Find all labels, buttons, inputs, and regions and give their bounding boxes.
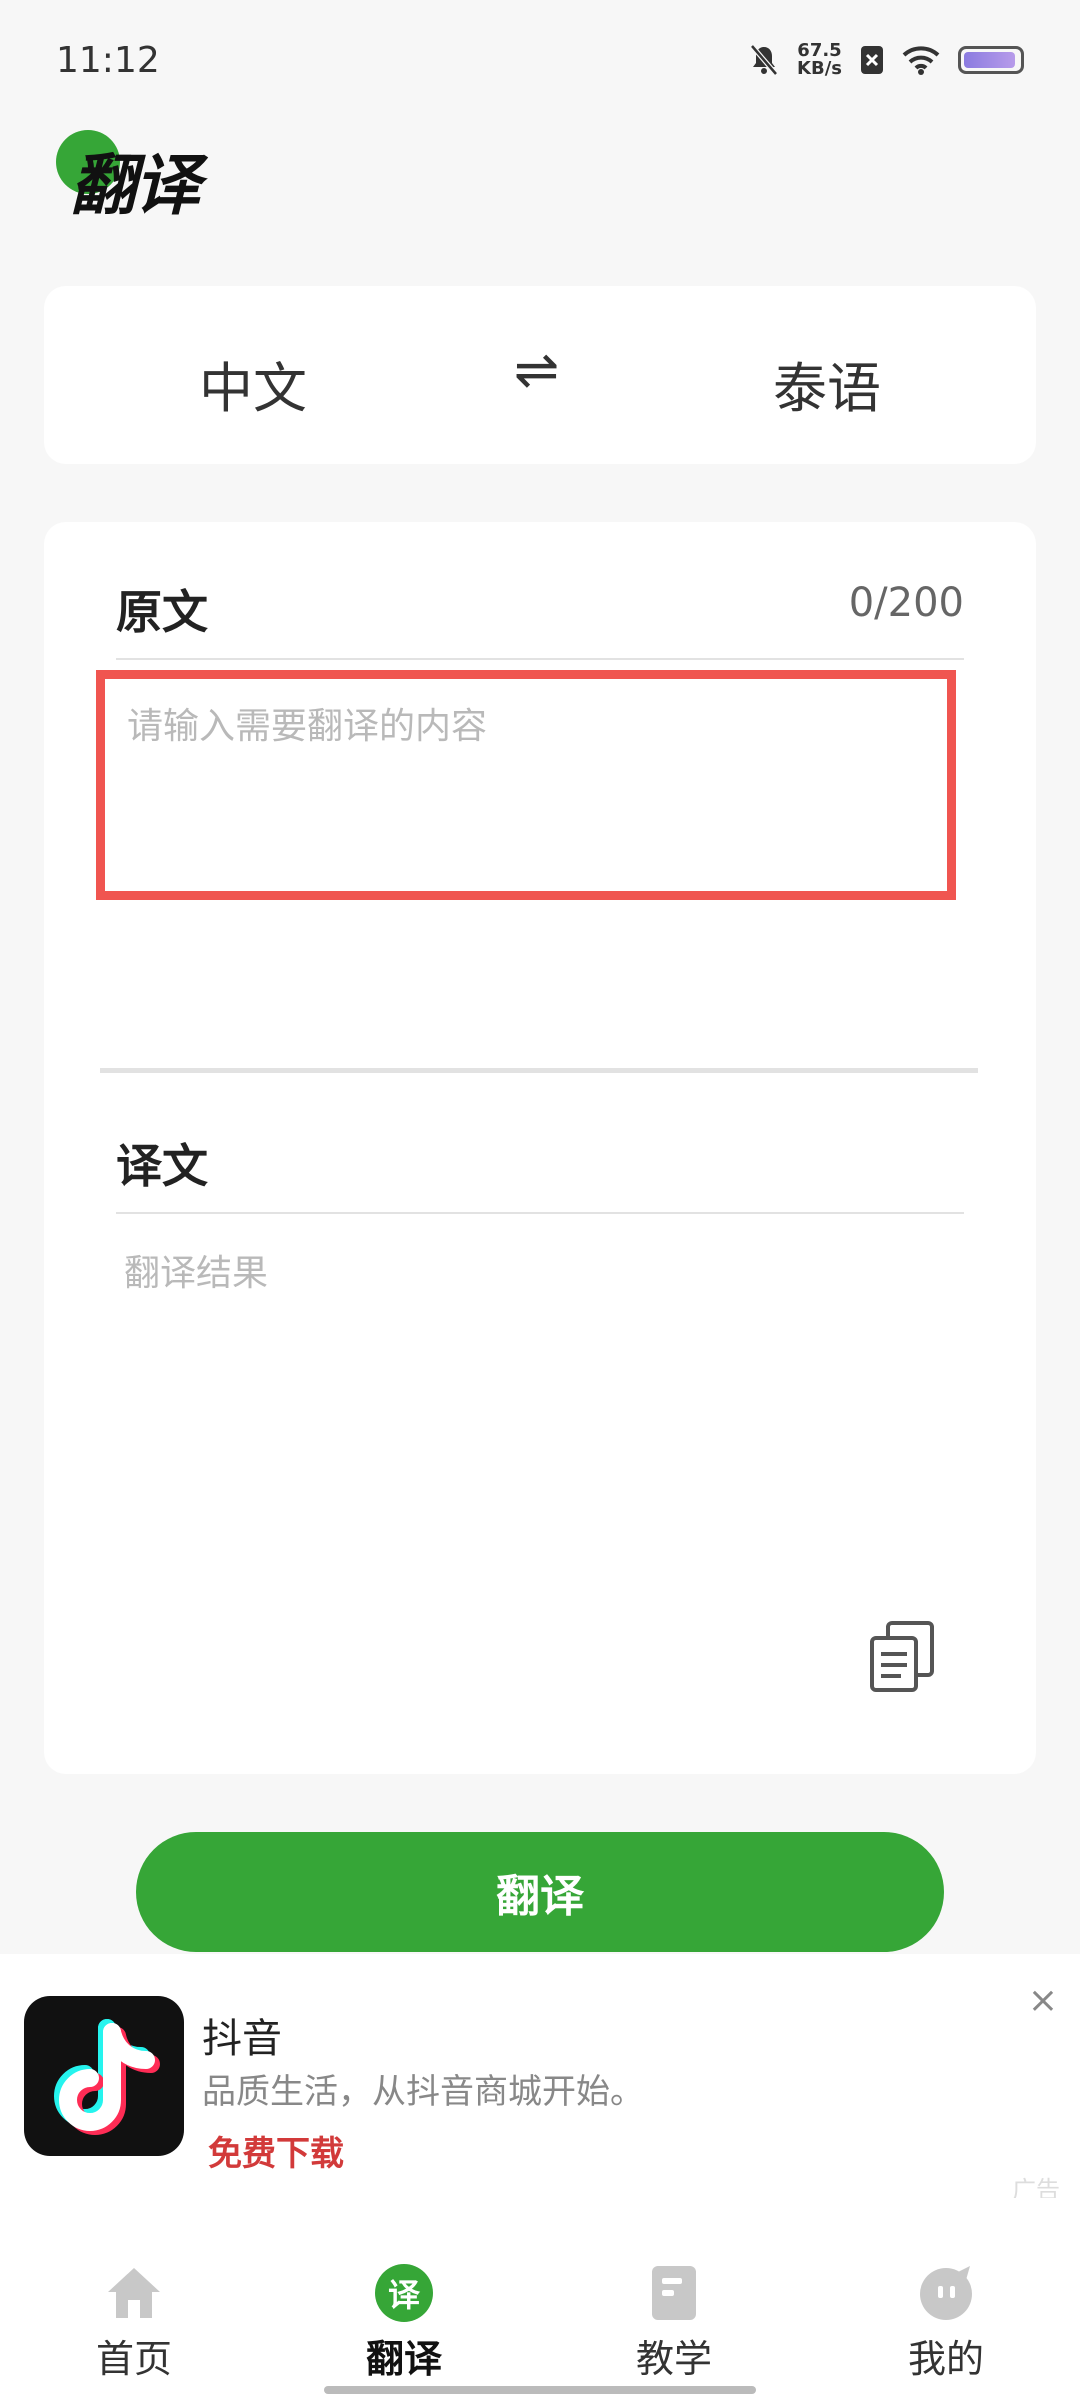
network-speed-unit: KB/s [797,58,842,79]
target-language-button[interactable]: 泰语 [773,344,881,423]
source-divider [116,658,964,660]
wifi-icon [902,46,940,75]
mute-bell-icon [750,44,778,76]
source-language-button[interactable]: 中文 [199,344,307,423]
profile-icon [920,2266,972,2320]
translate-icon-glyph: 译 [387,2276,420,2314]
result-text: 翻译结果 [124,1253,269,1294]
nav-label-home: 首页 [95,2337,172,2381]
no-sim-icon [861,46,883,74]
ad-download-button[interactable]: 免费下载 [208,2126,344,2175]
status-time: 11:12 [56,40,160,81]
home-icon [108,2268,160,2318]
translate-icon: 译 [375,2264,433,2322]
ad-close-icon[interactable]: × [1028,1980,1058,2021]
nav-item-teaching[interactable]: 教学 [584,2264,764,2383]
nav-item-profile[interactable]: 我的 [856,2264,1036,2383]
ad-app-name: 抖音 [202,2016,282,2062]
translation-card: 原文 0/200 译文 翻译结果 [44,522,1036,1774]
result-label: 译文 [116,1139,208,1193]
source-label: 原文 [116,585,208,639]
battery-level [964,52,1015,68]
home-indicator[interactable] [324,2386,756,2394]
nav-label-profile: 我的 [907,2337,984,2381]
swap-languages-icon[interactable]: ⇌ [514,338,559,401]
status-icons: 67.5 KB/s [749,42,1024,78]
battery-icon [958,46,1024,74]
ad-banner[interactable]: × 抖音 品质生活，从抖音商城开始。 免费下载 广告 [0,1954,1080,2204]
nav-label-translate: 翻译 [365,2337,442,2381]
page-title: 翻译 [70,147,200,224]
nav-item-translate[interactable]: 译 翻译 [314,2264,494,2383]
nav-label-teaching: 教学 [635,2337,712,2381]
language-selector: 中文 ⇌ 泰语 [44,286,1036,464]
result-divider [116,1212,964,1214]
section-divider [100,1068,978,1073]
network-speed: 67.5 KB/s [797,42,842,78]
ad-description: 品质生活，从抖音商城开始。 [202,2072,644,2112]
char-counter: 0/200 [848,580,964,626]
source-text-input[interactable] [96,670,956,900]
nav-item-home[interactable]: 首页 [44,2264,224,2383]
book-icon [652,2266,696,2320]
tiktok-logo-icon [24,1996,184,2156]
bottom-nav: 首页 译 翻译 教学 我的 [0,2198,1080,2408]
copy-icon[interactable] [868,1620,938,1694]
translate-button[interactable]: 翻译 [136,1832,944,1952]
